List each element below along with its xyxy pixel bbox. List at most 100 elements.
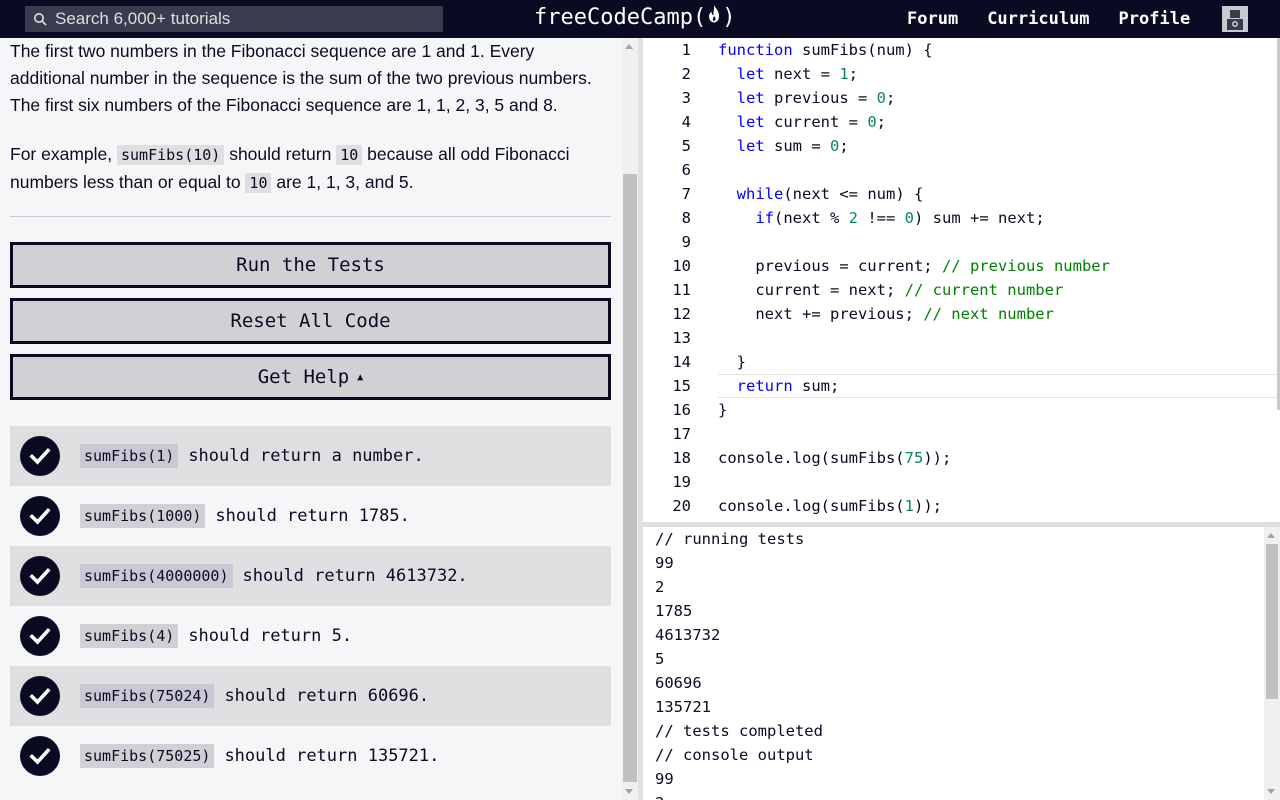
code-line[interactable]: let current = 0; [718,110,1278,134]
console-line: 135721 [655,698,711,716]
check-icon [20,436,60,476]
line-number: 15 [672,377,691,395]
test-text: sumFibs(4) should return 5. [80,624,352,648]
nav-link-profile[interactable]: Profile [1119,9,1191,29]
scroll-up-icon[interactable] [1267,533,1275,538]
console-line: 99 [655,554,674,572]
test-item: sumFibs(4000000) should return 4613732. [10,546,611,606]
code-line[interactable]: while(next <= num) { [718,182,1278,206]
line-number: 7 [681,185,691,203]
inline-code: 10 [245,173,272,193]
line-number: 5 [681,137,691,155]
get-help-button[interactable]: Get Help ▲ [10,354,611,400]
caret-up-icon: ▲ [357,371,364,383]
console-scrollbar[interactable] [1264,527,1280,800]
scroll-up-icon[interactable] [625,44,633,49]
check-icon [20,736,60,776]
console-line: // tests completed [655,722,823,740]
nav-link-curriculum[interactable]: Curriculum [987,9,1089,29]
freecodecamp-logo[interactable]: freeCodeCamp( ) [534,4,735,30]
code-line[interactable]: previous = current; // previous number [718,254,1278,278]
search-placeholder: Search 6,000+ tutorials [55,9,231,28]
code-line[interactable]: if(next % 2 !== 0) sum += next; [718,206,1278,230]
console-line: 4613732 [655,626,721,644]
test-text: sumFibs(4000000) should return 4613732. [80,564,468,588]
code-line[interactable]: current = next; // current number [718,278,1278,302]
code-line[interactable]: } [718,350,1278,374]
code-line[interactable]: console.log(sumFibs(1)); [718,494,1278,518]
test-description: should return 60696. [224,686,430,706]
check-icon [20,556,60,596]
code-line[interactable]: return sum; [718,374,1278,398]
console-line: 2 [655,791,823,800]
reset-code-button[interactable]: Reset All Code [10,298,611,344]
code-line[interactable]: console.log(sumFibs(75)); [718,446,1278,470]
instructions-scrollbar[interactable] [622,38,638,800]
test-text: sumFibs(75025) should return 135721. [80,744,439,768]
scrollbar-thumb[interactable] [1266,544,1278,699]
test-code: sumFibs(1) [80,444,179,468]
console-lines: // running tests 99 2 1785 4613732 5 606… [655,527,823,800]
inline-code: 10 [336,145,363,165]
code-line[interactable]: ​ [718,422,1278,446]
code-line[interactable]: ​ [718,230,1278,254]
test-item: sumFibs(4) should return 5. [10,606,611,666]
test-code: sumFibs(75025) [80,744,215,768]
line-number: 8 [681,209,691,227]
code-line[interactable]: let sum = 0; [718,134,1278,158]
code-line[interactable]: ​ [718,326,1278,350]
search-bar[interactable]: Search 6,000+ tutorials [25,6,443,32]
test-code: sumFibs(4000000) [80,564,233,588]
description-paragraph-2: For example, sumFibs(10) should return 1… [10,141,610,197]
line-number: 13 [672,329,691,347]
test-description: should return 5. [188,626,353,646]
console-line: 2 [655,578,665,596]
console-line: 99 [655,770,674,788]
code-line[interactable]: let previous = 0; [718,86,1278,110]
console-line: 1785 [655,602,693,620]
test-item: sumFibs(75024) should return 60696. [10,666,611,726]
code-lines[interactable]: function sumFibs(num) { let next = 1; le… [718,38,1278,518]
scroll-down-icon[interactable] [625,789,633,794]
check-icon [20,676,60,716]
test-text: sumFibs(75024) should return 60696. [80,684,429,708]
avatar[interactable] [1222,6,1248,32]
text-fragment: should return [224,144,337,164]
scroll-down-icon[interactable] [1267,789,1275,794]
code-line[interactable]: let next = 1; [718,62,1278,86]
code-editor[interactable]: 1 2 3 4 5 6 7 8 9 10 11 12 13 14 15 16 1… [643,38,1280,522]
output-console: // running tests 99 2 1785 4613732 5 606… [643,527,1280,800]
code-line[interactable]: } [718,398,1278,422]
inline-code: sumFibs(10) [116,145,225,165]
code-line[interactable]: next += previous; // next number [718,302,1278,326]
nav-link-forum[interactable]: Forum [907,9,958,29]
line-number: 6 [681,161,691,179]
scrollbar-thumb[interactable] [623,174,637,782]
instructions-pane: The first two numbers in the Fibonacci s… [0,38,622,800]
code-line[interactable]: ​ [718,158,1278,182]
test-item: sumFibs(75025) should return 135721. [10,726,611,786]
line-number: 12 [672,305,691,323]
get-help-label: Get Help [257,366,350,388]
description-paragraph-1: The first two numbers in the Fibonacci s… [10,41,592,115]
text-fragment: are 1, 1, 3, and 5. [271,172,414,192]
test-code: sumFibs(75024) [80,684,215,708]
test-list: sumFibs(1) should return a number. sumFib… [10,426,611,786]
code-line[interactable]: function sumFibs(num) { [718,38,1278,62]
line-number: 16 [672,401,691,419]
test-text: sumFibs(1) should return a number. [80,444,424,468]
code-line[interactable]: ​ [718,470,1278,494]
line-number: 10 [672,257,691,275]
check-icon [20,616,60,656]
console-line: // console output [655,746,814,764]
text-fragment: For example, [10,144,117,164]
line-number: 4 [681,113,691,131]
line-number: 3 [681,89,691,107]
line-number-gutter: 1 2 3 4 5 6 7 8 9 10 11 12 13 14 15 16 1… [643,38,703,518]
line-number: 1 [681,41,691,59]
search-icon [34,13,47,26]
test-description: should return 4613732. [242,566,468,586]
run-tests-button[interactable]: Run the Tests [10,242,611,288]
line-number: 2 [681,65,691,83]
line-number: 17 [672,425,691,443]
